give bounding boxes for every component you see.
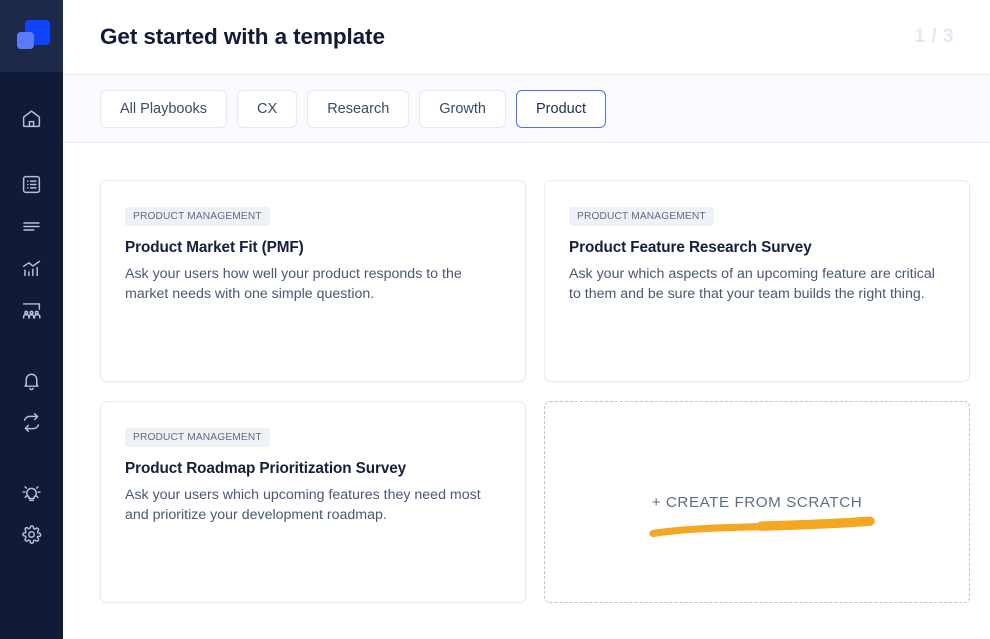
tab-product[interactable]: Product	[516, 90, 606, 128]
sidebar-item-surveys[interactable]	[0, 163, 63, 205]
list-icon	[21, 174, 42, 195]
card-description: Ask your users which upcoming features t…	[125, 485, 501, 525]
tab-growth[interactable]: Growth	[419, 90, 506, 128]
sync-repeat-icon	[21, 412, 42, 433]
sidebar	[0, 0, 63, 639]
template-card-roadmap-prioritization[interactable]: PRODUCT MANAGEMENT Product Roadmap Prior…	[100, 401, 526, 603]
step-counter: 1 / 3	[915, 26, 954, 48]
page-title: Get started with a template	[100, 24, 385, 50]
tab-cx[interactable]: CX	[237, 90, 297, 128]
card-description: Ask your which aspects of an upcoming fe…	[569, 264, 945, 304]
bell-icon	[21, 370, 42, 391]
template-card-feature-research[interactable]: PRODUCT MANAGEMENT Product Feature Resea…	[544, 180, 970, 382]
menu-lines-icon	[21, 216, 42, 237]
sidebar-item-home[interactable]	[0, 97, 63, 139]
card-category-badge: PRODUCT MANAGEMENT	[569, 207, 714, 226]
home-icon	[21, 108, 42, 129]
sidebar-item-responses[interactable]	[0, 205, 63, 247]
audience-icon	[21, 300, 42, 321]
logo-square-small	[17, 32, 34, 49]
create-from-scratch-card[interactable]: + CREATE FROM SCRATCH	[544, 401, 970, 603]
card-category-badge: PRODUCT MANAGEMENT	[125, 207, 270, 226]
card-title: Product Feature Research Survey	[569, 239, 945, 257]
gear-icon	[21, 524, 42, 545]
tab-research[interactable]: Research	[307, 90, 409, 128]
card-description: Ask your users how well your product res…	[125, 264, 501, 304]
card-title: Product Market Fit (PMF)	[125, 239, 501, 257]
lightbulb-icon	[21, 482, 42, 503]
hand-drawn-orange-underline-icon	[649, 514, 879, 540]
tab-all-playbooks[interactable]: All Playbooks	[100, 90, 227, 128]
sidebar-nav	[0, 72, 63, 555]
sidebar-item-settings[interactable]	[0, 513, 63, 555]
analytics-chart-icon	[21, 258, 42, 279]
template-card-grid: PRODUCT MANAGEMENT Product Market Fit (P…	[100, 180, 968, 603]
card-category-badge: PRODUCT MANAGEMENT	[125, 428, 270, 447]
create-from-scratch-label: + CREATE FROM SCRATCH	[652, 494, 863, 511]
template-list: PRODUCT MANAGEMENT Product Market Fit (P…	[63, 143, 990, 639]
template-card-product-market-fit[interactable]: PRODUCT MANAGEMENT Product Market Fit (P…	[100, 180, 526, 382]
app-logo-icon	[14, 18, 50, 54]
main-area: Get started with a template 1 / 3 All Pl…	[63, 0, 990, 639]
page-header: Get started with a template 1 / 3	[63, 0, 990, 74]
sidebar-logo-container[interactable]	[0, 0, 63, 72]
sidebar-item-notifications[interactable]	[0, 359, 63, 401]
sidebar-item-analytics[interactable]	[0, 247, 63, 289]
sidebar-item-audience[interactable]	[0, 289, 63, 331]
template-category-tabs: All Playbooks CX Research Growth Product	[63, 74, 990, 143]
sidebar-item-insights[interactable]	[0, 471, 63, 513]
card-title: Product Roadmap Prioritization Survey	[125, 460, 501, 478]
sidebar-item-integrations[interactable]	[0, 401, 63, 443]
app-root: Get started with a template 1 / 3 All Pl…	[0, 0, 990, 639]
